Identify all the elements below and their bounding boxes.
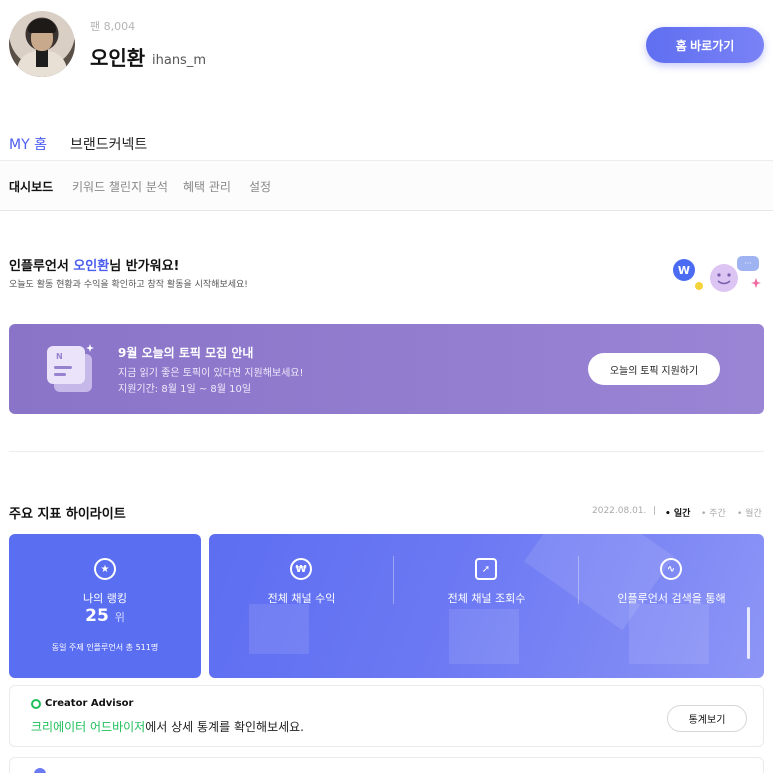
won-icon: ₩	[290, 558, 312, 580]
stat-revenue-label: 전체 채널 수익	[267, 592, 336, 605]
sub-navigation: 대시보드 키워드 챌린지 분석 혜택 관리 설정	[0, 161, 773, 211]
advisor-message: 크리에이터 어드바이저에서 상세 통계를 확인해보세요.	[31, 718, 304, 735]
rank-value: 25 위	[9, 606, 201, 626]
rank-subtext: 동일 주제 인플루언서 총 511명	[51, 643, 159, 652]
main-tabs: MY 홈 브랜드커넥트	[0, 128, 773, 164]
stat-views[interactable]: ➚ 전체 채널 조회수	[394, 534, 579, 678]
period-weekly[interactable]: • 주간	[701, 506, 726, 519]
creator-advisor-logo-text: Creator Advisor	[45, 698, 134, 709]
stat-revenue[interactable]: ₩ 전체 채널 수익	[209, 534, 394, 678]
banner-title: 9월 오늘의 토픽 모집 안내	[118, 346, 254, 360]
creator-advisor-card: Creator Advisor 크리에이터 어드바이저에서 상세 통계를 확인해…	[9, 685, 764, 747]
period-weekly-label: 주간	[709, 509, 726, 519]
advisor-text: 에서 상세 통계를 확인해보세요.	[145, 720, 304, 734]
next-card	[9, 757, 764, 773]
avatar[interactable]	[9, 11, 75, 77]
svg-text:W: W	[678, 264, 690, 277]
welcome-subtitle: 오늘도 활동 현황과 수익을 확인하고 창작 활동을 시작해보세요!	[9, 280, 248, 290]
subnav-keyword-challenge[interactable]: 키워드 챌린지 분석	[72, 178, 168, 195]
rank-unit: 위	[114, 611, 125, 624]
creator-advisor-icon	[31, 698, 41, 709]
tab-my-home[interactable]: MY 홈	[9, 134, 47, 164]
stat-views-label: 전체 채널 조회수	[447, 592, 526, 605]
ranking-card[interactable]: ★ 나의 랭킹 25 위 동일 주제 인플루언서 총 511명	[9, 534, 201, 678]
stat-search-label: 인플루언서 검색을 통해	[617, 592, 726, 605]
subnav-dashboard[interactable]: 대시보드	[9, 178, 53, 195]
welcome-name: 오인환	[73, 259, 110, 274]
welcome-prefix: 인플루언서	[9, 259, 74, 274]
subnav-settings[interactable]: 설정	[249, 178, 271, 195]
welcome-illustration-icon: W ···	[673, 256, 761, 292]
advisor-highlight: 크리에이터 어드바이저	[31, 720, 146, 734]
stats-card[interactable]: ₩ 전체 채널 수익 ➚ 전체 채널 조회수 ∿ 인플루언서 검색을 통해	[209, 534, 764, 678]
svg-text:···: ···	[744, 259, 752, 268]
period-monthly[interactable]: • 월간	[737, 506, 762, 519]
section-divider	[9, 451, 764, 452]
period-daily-label: 일간	[673, 509, 691, 519]
period-daily[interactable]: • 일간	[665, 506, 690, 519]
banner-description: 지금 읽기 좋은 토픽이 있다면 지원해보세요!	[118, 368, 304, 379]
subnav-benefits[interactable]: 혜택 관리	[183, 178, 231, 195]
period-separator: |	[653, 506, 657, 516]
banner-period: 지원기간: 8월 1일 ~ 8월 10일	[118, 384, 252, 395]
stats-scrollbar[interactable]	[747, 607, 750, 659]
cursor-icon: ➚	[475, 558, 497, 580]
topic-banner[interactable]: N 9월 오늘의 토픽 모집 안내 지금 읽기 좋은 토픽이 있다면 지원해보세…	[9, 324, 764, 414]
profile-handle: ihans_m	[152, 53, 206, 68]
profile-header: 팬 8,004 오인환 ihans_m 홈 바로가기	[0, 0, 773, 100]
welcome-suffix: 님 반가워요!	[109, 259, 180, 274]
welcome-title: 인플루언서 오인환님 반가워요!	[9, 255, 179, 274]
highlights-title: 주요 지표 하이라이트	[9, 507, 126, 522]
apply-topic-button[interactable]: 오늘의 토픽 지원하기	[588, 353, 720, 385]
highlights-date: 2022.08.01.	[592, 506, 647, 516]
profile-name: 오인환	[90, 46, 146, 70]
note-icon: N	[47, 344, 94, 392]
stat-search[interactable]: ∿ 인플루언서 검색을 통해	[579, 534, 764, 678]
card-icon	[34, 768, 46, 773]
rank-label: 나의 랭킹	[83, 592, 127, 605]
fan-count: 팬 8,004	[90, 20, 136, 33]
star-icon: ★	[94, 558, 116, 580]
rank-number: 25	[85, 606, 109, 626]
svg-text:N: N	[56, 352, 63, 361]
home-button[interactable]: 홈 바로가기	[646, 27, 764, 63]
view-stats-button[interactable]: 통계보기	[667, 705, 747, 732]
creator-advisor-logo: Creator Advisor	[31, 698, 133, 709]
period-monthly-label: 월간	[745, 509, 762, 519]
tab-brand-connect[interactable]: 브랜드커넥트	[70, 134, 147, 162]
trend-icon: ∿	[660, 558, 682, 580]
